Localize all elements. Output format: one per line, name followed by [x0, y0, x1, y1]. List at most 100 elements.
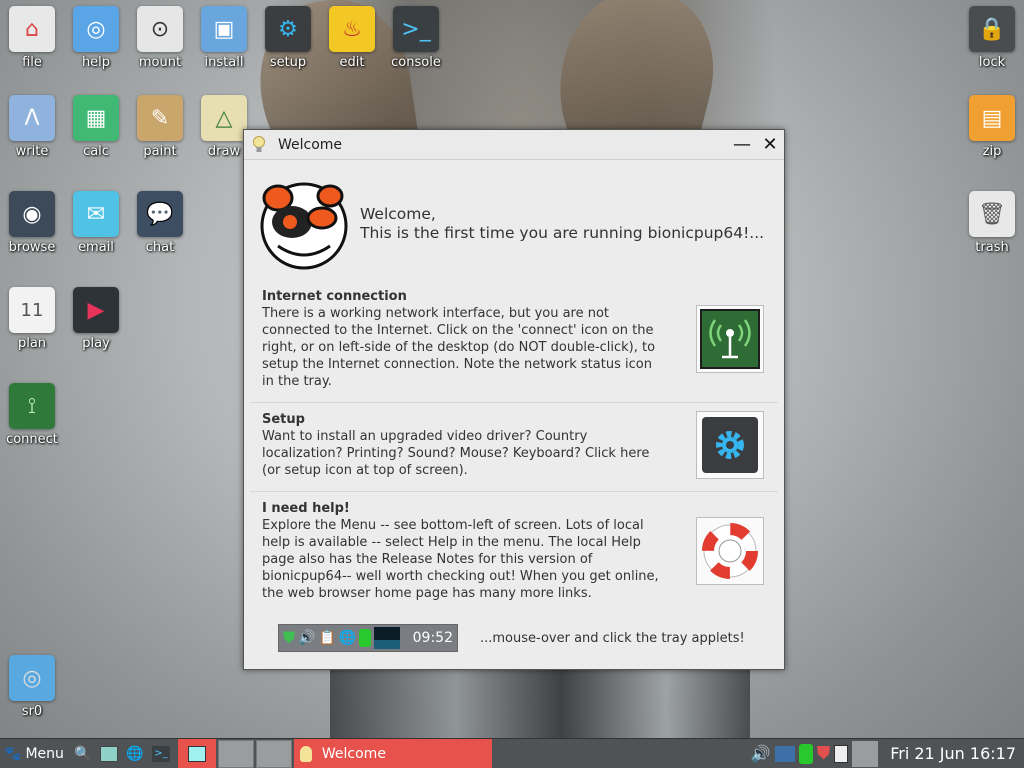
network-icon: 🌐 — [338, 630, 357, 646]
desktop-icon-console[interactable]: >_console — [384, 6, 448, 70]
desktop-icon-label: paint — [143, 144, 177, 159]
welcome-greeting: Welcome, This is the first time you are … — [360, 205, 764, 243]
lifebuoy-icon: ◎ — [73, 6, 119, 52]
antenna-icon: ⟟ — [9, 383, 55, 429]
workspace-3[interactable] — [255, 739, 292, 768]
desktop-icon-mount[interactable]: ⊙ mount — [128, 6, 192, 70]
desktop-icon-plan[interactable]: 11 plan — [0, 287, 64, 351]
desktop-icon-label: console — [391, 55, 441, 70]
trash-can-icon: 🗑 — [969, 191, 1015, 237]
taskbar-clock[interactable]: Fri 21 Jun 16:17 — [882, 744, 1020, 763]
window-titlebar[interactable]: Welcome — ✕ — [244, 130, 784, 160]
workspace-2[interactable] — [217, 739, 254, 768]
welcome-window[interactable]: Welcome — ✕ Welcome, This is the first t… — [243, 129, 785, 670]
desktop-icon-label: zip — [982, 144, 1002, 159]
lightbulb-icon — [299, 745, 312, 762]
window-body: Welcome, This is the first time you are … — [244, 160, 784, 670]
desktop-icon-help[interactable]: ◎ help — [64, 6, 128, 70]
palette-icon: ✎ — [137, 95, 183, 141]
archive-icon: ▤ — [969, 95, 1015, 141]
desktop-icon-label: file — [22, 55, 42, 70]
desktop-icon-label: plan — [17, 336, 47, 351]
gear-icon: ⚙ — [265, 6, 311, 52]
desktop-icon-browse[interactable]: ◉ browse — [0, 191, 64, 255]
desktop-icon-trash[interactable]: 🗑 trash — [960, 191, 1024, 255]
quicklaunch-terminal[interactable]: >_ — [148, 739, 174, 768]
desktop-icon-sr0[interactable]: ◎ sr0 — [0, 655, 64, 719]
setup-button[interactable] — [696, 411, 764, 479]
desktop-icon-file[interactable]: ⌂ file — [0, 6, 64, 70]
section-heading: Internet connection — [262, 289, 407, 304]
menu-button[interactable]: 🐾 Menu — [0, 739, 70, 768]
puppy-logo-icon — [260, 182, 348, 270]
menu-label: Menu — [25, 745, 64, 762]
system-tray: 🔊 ⛊ Fri 21 Jun 16:17 — [751, 740, 1024, 767]
envelope-icon: ✉ — [73, 191, 119, 237]
volume-icon[interactable]: 🔊 — [751, 744, 771, 763]
genie-lamp-icon: ♨ — [329, 6, 375, 52]
desktop-icon-label: play — [82, 336, 110, 351]
calendar-icon: 11 — [9, 287, 55, 333]
quicklaunch-browser[interactable]: 🌐 — [122, 739, 148, 768]
optical-disc-icon: ◎ — [9, 655, 55, 701]
desktop-icon-label: setup — [269, 55, 307, 70]
media-play-icon: ▶ — [73, 287, 119, 333]
task-label: Welcome — [321, 745, 386, 762]
desktop-icon-label: help — [81, 55, 111, 70]
section-setup: Setup Want to install an upgraded video … — [250, 403, 778, 492]
desktop-icon-chat[interactable]: 💬 chat — [128, 191, 192, 255]
section-heading: Setup — [262, 412, 305, 427]
taskbar: 🐾 Menu 🔍 🌐 >_ Welcome 🔊 ⛊ Fri 21 Jun 16:… — [0, 738, 1024, 768]
desktop-icon-label: browse — [8, 240, 56, 255]
drive-icon — [359, 629, 372, 647]
desktop-icon-connect[interactable]: ⟟ connect — [0, 383, 64, 447]
help-button[interactable] — [696, 517, 764, 585]
desktop-icon-label: chat — [145, 240, 175, 255]
section-text: Explore the Menu -- see bottom-left of s… — [262, 518, 659, 601]
desktop-icon-lock[interactable]: 🔒 lock — [960, 6, 1024, 70]
close-button[interactable]: ✕ — [756, 131, 784, 159]
desktop-icon-label: calc — [83, 144, 109, 159]
desktop-icon-calc[interactable]: ▦ calc — [64, 95, 128, 159]
tray-preview-row: ⛊ 🔊 📋 🌐 09:52 ...mouse-over and click th… — [250, 614, 778, 662]
drive-icon[interactable] — [798, 743, 813, 764]
firewall-shield-icon[interactable]: ⛊ — [817, 743, 831, 764]
section-text: There is a working network interface, bu… — [262, 306, 656, 389]
drive-icon: ⊙ — [137, 6, 183, 52]
tray-hint-text: ...mouse-over and click the tray applets… — [480, 630, 745, 646]
section-text: Want to install an upgraded video driver… — [262, 429, 650, 478]
network-status-icon[interactable] — [774, 745, 795, 762]
desktop-icon-edit[interactable]: ♨ edit — [320, 6, 384, 70]
quicklaunch-search[interactable]: 🔍 — [70, 739, 96, 768]
calendar-day: 11 — [20, 299, 44, 321]
desktop-icon-write[interactable]: Λwrite — [0, 95, 64, 159]
desktop-icon-zip[interactable]: ▤ zip — [960, 95, 1024, 159]
tray-preview-image: ⛊ 🔊 📋 🌐 09:52 — [278, 624, 458, 652]
desktop-icon-label: email — [78, 240, 114, 255]
lightbulb-icon — [253, 135, 265, 152]
desktop-icon-setup[interactable]: ⚙ setup — [256, 6, 320, 70]
show-desktop-icon — [99, 745, 118, 762]
pager-active[interactable] — [177, 738, 216, 768]
desktop-icon-label: sr0 — [21, 704, 43, 719]
quicklaunch-desktop[interactable] — [96, 739, 122, 768]
minimize-button[interactable]: — — [728, 131, 756, 159]
greeting-line2: This is the first time you are running b… — [360, 224, 765, 242]
desktop-icon-play[interactable]: ▶ play — [64, 287, 128, 351]
terminal-icon: >_ — [393, 6, 439, 52]
cpu-graph-icon — [374, 627, 401, 649]
chat-bubbles-icon: 💬 — [137, 191, 183, 237]
blank-tray-slot — [852, 740, 879, 767]
paw-icon: 🐾 — [4, 745, 22, 762]
connect-button[interactable] — [696, 305, 764, 373]
package-icon: ▣ — [201, 6, 247, 52]
task-welcome[interactable]: Welcome — [293, 738, 492, 768]
padlock-icon: 🔒 — [969, 6, 1015, 52]
globe-icon: ◉ — [9, 191, 55, 237]
desktop-icon-email[interactable]: ✉ email — [64, 191, 128, 255]
clipboard-icon[interactable] — [834, 744, 849, 763]
desktop-icon-label: lock — [978, 55, 1006, 70]
desktop-icon-paint[interactable]: ✎ paint — [128, 95, 192, 159]
desktop-icon-install[interactable]: ▣ install — [192, 6, 256, 70]
desktop-icon-label: edit — [339, 55, 365, 70]
